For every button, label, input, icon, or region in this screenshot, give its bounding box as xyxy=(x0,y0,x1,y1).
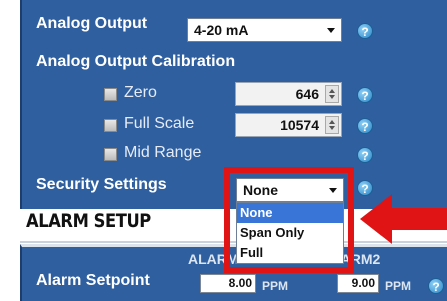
mid-range-label: Mid Range xyxy=(124,144,202,161)
full-scale-checkbox[interactable] xyxy=(104,119,117,132)
help-icon[interactable]: ? xyxy=(428,278,444,294)
spinner-icon[interactable] xyxy=(325,85,339,103)
zero-value: 646 xyxy=(295,86,319,102)
analog-output-select[interactable]: 4-20 mA xyxy=(187,18,342,42)
help-icon[interactable]: ? xyxy=(357,118,373,134)
analog-output-value: 4-20 mA xyxy=(194,22,249,38)
help-icon[interactable]: ? xyxy=(357,87,373,103)
analog-output-label: Analog Output xyxy=(36,15,148,32)
alarm-setup-title: ALARM SETUP xyxy=(26,210,151,232)
full-scale-label: Full Scale xyxy=(124,115,195,132)
full-scale-field[interactable]: 10574 xyxy=(235,113,342,137)
mid-range-checkbox[interactable] xyxy=(104,148,117,161)
zero-field[interactable]: 646 xyxy=(235,82,342,106)
zero-label: Zero xyxy=(124,84,157,101)
arrow-left-icon xyxy=(360,194,447,244)
highlight-box xyxy=(224,167,354,273)
chevron-down-icon xyxy=(327,28,335,33)
alarm-setpoint-label: Alarm Setpoint xyxy=(36,272,150,289)
zero-checkbox[interactable] xyxy=(104,88,117,101)
alarm1-unit: PPM xyxy=(262,279,289,293)
spinner-icon[interactable] xyxy=(325,116,339,134)
security-settings-label: Security Settings xyxy=(36,176,167,193)
help-icon[interactable]: ? xyxy=(357,23,373,39)
alarm2-setpoint-field[interactable]: 9.00 xyxy=(337,274,379,293)
calibration-title: Analog Output Calibration xyxy=(36,53,236,70)
full-scale-value: 10574 xyxy=(280,117,319,133)
alarm1-setpoint-field[interactable]: 8.00 xyxy=(200,274,256,293)
help-icon[interactable]: ? xyxy=(357,147,373,163)
alarm2-unit: PPM xyxy=(385,279,412,293)
